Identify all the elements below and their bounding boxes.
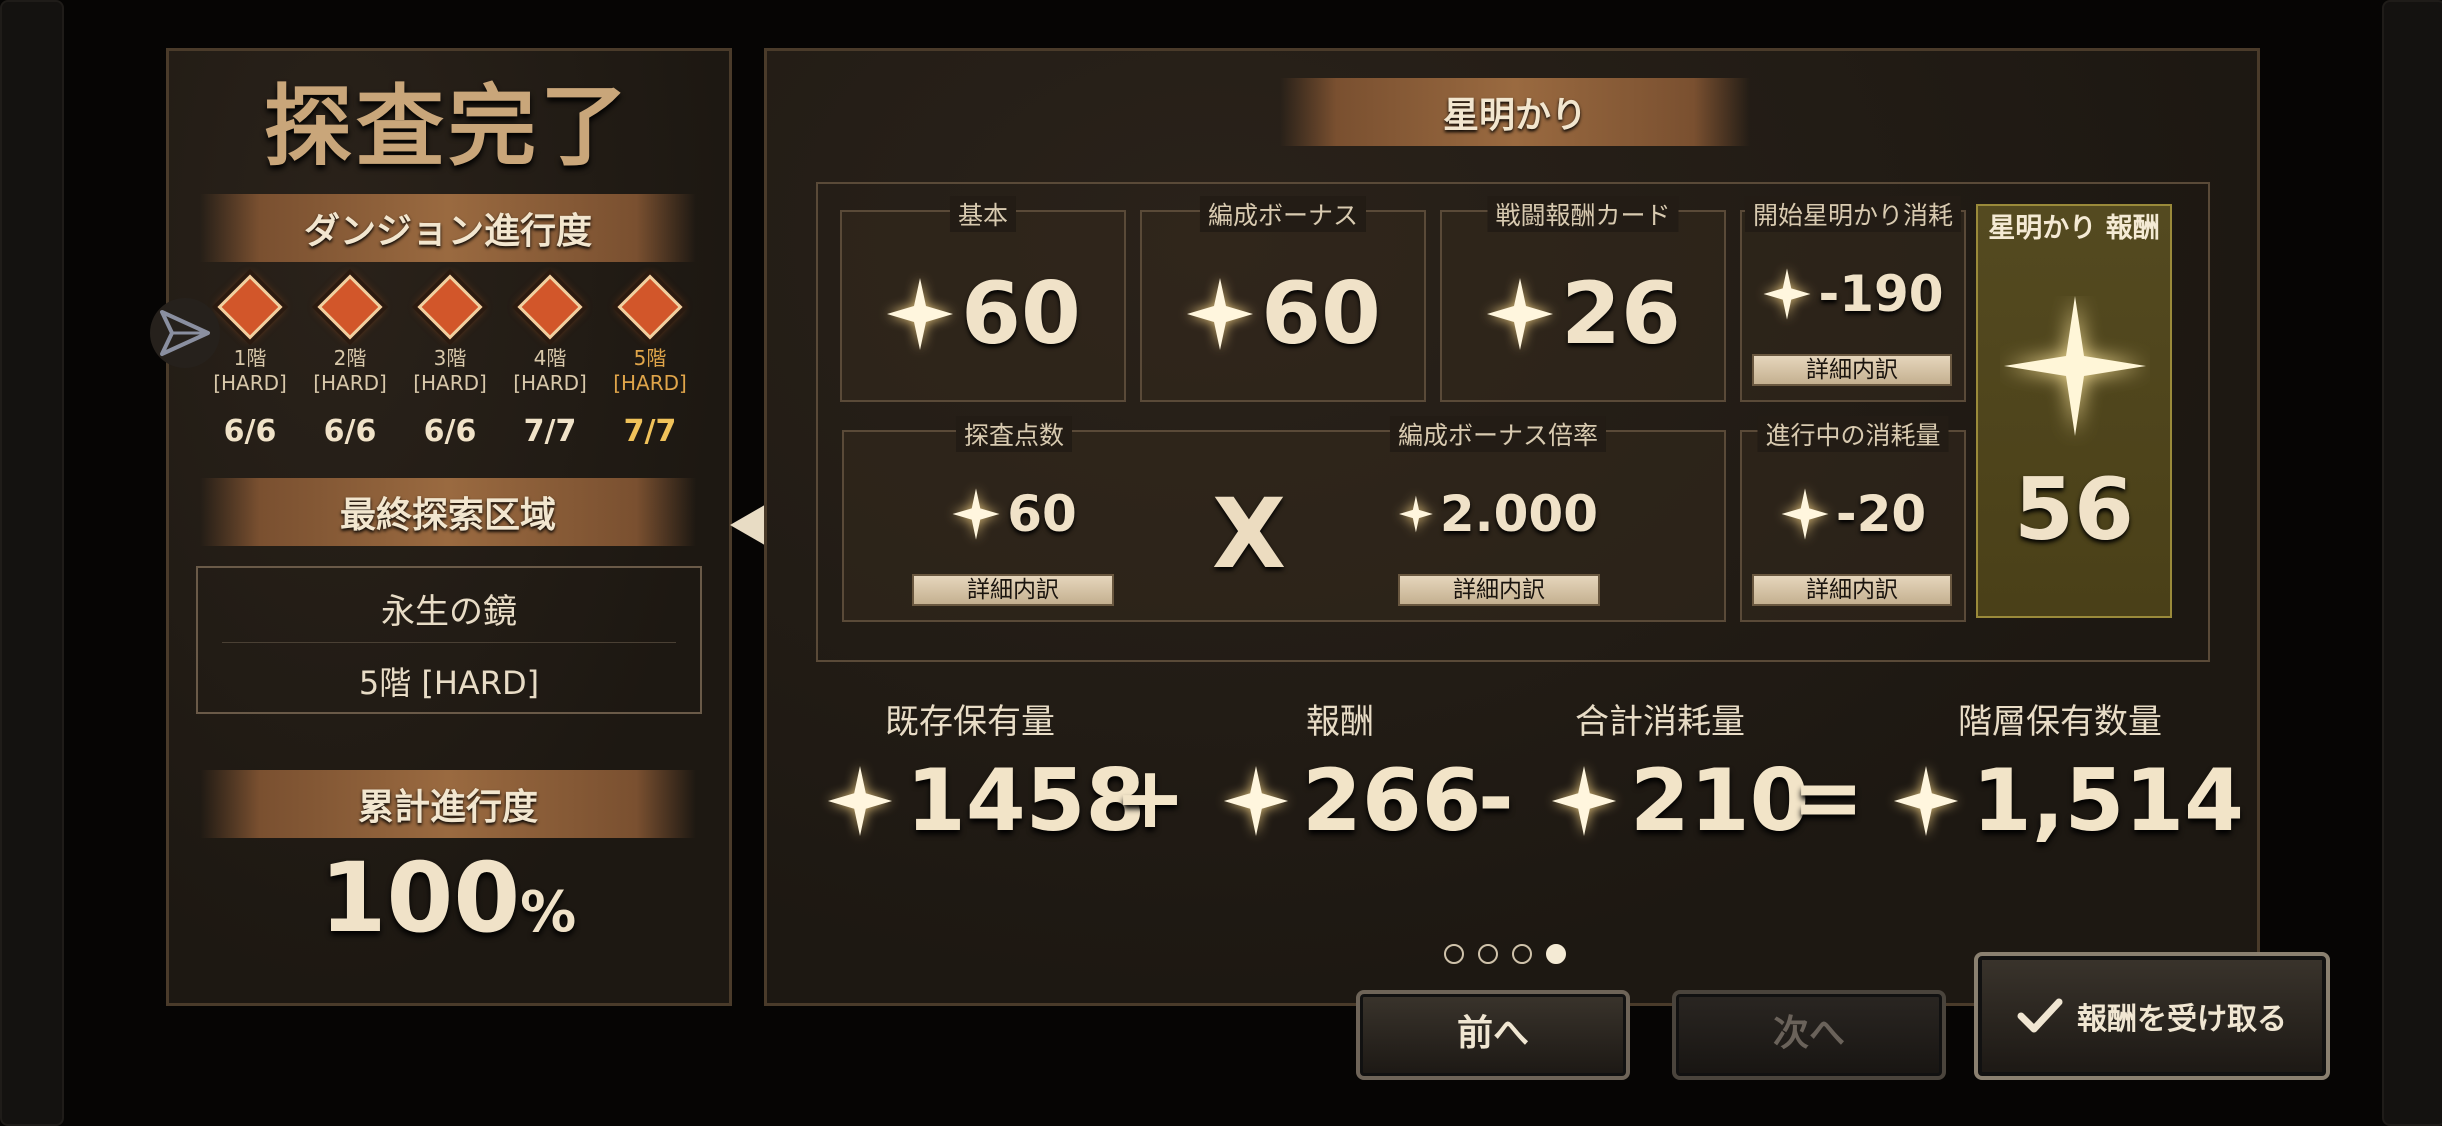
gem-icon xyxy=(617,274,683,340)
pagination-dot[interactable] xyxy=(1444,944,1464,964)
next-button[interactable]: 次へ xyxy=(1672,990,1946,1080)
formation-bonus-label: 編成ボーナス xyxy=(1199,196,1367,232)
bonus-multiplier-detail-button[interactable]: 詳細内訳 xyxy=(1398,574,1600,606)
floor-item: 4階 [HARD] 7/7 xyxy=(500,274,600,449)
bonus-multiplier-label: 編成ボーナス倍率 xyxy=(1389,416,1607,452)
cumulative-value: 100% xyxy=(319,842,577,954)
equals-sign: = xyxy=(1792,748,1865,848)
final-area-box: 永生の鏡 5階 [HARD] xyxy=(196,566,702,714)
existing-value: 1458 xyxy=(826,746,1145,856)
plus-sign: + xyxy=(1114,748,1187,848)
floor-count: 7/7 xyxy=(623,414,677,449)
floor-item: 5階 [HARD] 7/7 xyxy=(600,274,700,449)
base-label: 基本 xyxy=(949,196,1017,232)
final-area-name: 永生の鏡 xyxy=(381,592,517,632)
gem-icon xyxy=(317,274,383,340)
cumulative-header: 累計進行度 xyxy=(200,770,696,838)
frame-left-bar xyxy=(0,0,64,1126)
floor-item: 2階 [HARD] 6/6 xyxy=(300,274,400,449)
reward-cell: 星明かり 報酬 56 xyxy=(1976,204,2172,618)
bonus-multiplier-value: 2.000 xyxy=(1398,476,1598,552)
formation-bonus-value: 60 xyxy=(1140,262,1426,366)
consumed-value: 210 xyxy=(1550,746,1810,856)
base-value: 60 xyxy=(840,262,1126,366)
divider xyxy=(222,642,676,643)
reward-label: 星明かり 報酬 xyxy=(1988,213,2160,244)
start-cost-value: -190 xyxy=(1740,256,1966,332)
battle-card-label: 戦闘報酬カード xyxy=(1487,196,1679,232)
star-icon xyxy=(827,766,893,836)
gem-icon xyxy=(417,274,483,340)
star-icon xyxy=(1223,766,1289,836)
star-icon xyxy=(1551,766,1617,836)
frame-right-bar xyxy=(2382,0,2442,1126)
reward-total-label: 報酬 xyxy=(1306,702,1374,742)
star-icon xyxy=(1893,766,1959,836)
floor-item: 1階 [HARD] 6/6 xyxy=(200,274,300,449)
pagination-dot[interactable] xyxy=(1478,944,1498,964)
star-icon xyxy=(1187,278,1254,350)
star-icon xyxy=(1487,278,1554,350)
big-star-icon xyxy=(2004,296,2146,436)
star-icon xyxy=(1399,495,1433,533)
minus-sign: - xyxy=(1478,748,1514,848)
floor-mode: [HARD] xyxy=(313,371,387,395)
consumed-label: 合計消耗量 xyxy=(1575,702,1745,742)
star-icon xyxy=(887,278,954,350)
floor-count: 6/6 xyxy=(323,414,377,449)
pagination-dots xyxy=(1444,944,1566,964)
gem-icon xyxy=(217,274,283,340)
floor-holdings-value: 1,514 xyxy=(1892,746,2244,856)
page-title: 探査完了 xyxy=(263,75,632,178)
multiply-sign: X xyxy=(1212,478,1287,590)
floor-mode: [HARD] xyxy=(613,371,687,395)
ongoing-cost-detail-button[interactable]: 詳細内訳 xyxy=(1752,574,1952,606)
star-icon xyxy=(1763,268,1811,320)
battle-card-value: 26 xyxy=(1440,262,1726,366)
floor-mode: [HARD] xyxy=(213,371,287,395)
claim-reward-button[interactable]: 報酬を受け取る xyxy=(1974,952,2330,1080)
starlight-header: 星明かり xyxy=(1280,78,1750,146)
floor-count: 6/6 xyxy=(423,414,477,449)
prev-button[interactable]: 前へ xyxy=(1356,990,1630,1080)
reward-total-value: 266 xyxy=(1222,746,1482,856)
start-cost-detail-button[interactable]: 詳細内訳 xyxy=(1752,354,1952,386)
start-cost-label: 開始星明かり消耗 xyxy=(1744,196,1962,232)
floor-count: 7/7 xyxy=(523,414,577,449)
existing-label: 既存保有量 xyxy=(885,702,1055,742)
reward-value: 56 xyxy=(2014,460,2134,560)
final-area-header: 最終探索区域 xyxy=(200,478,696,546)
pagination-dot[interactable] xyxy=(1512,944,1532,964)
floor-name: 5階 xyxy=(633,346,667,370)
pagination-dot[interactable] xyxy=(1546,944,1566,964)
progress-header: ダンジョン進行度 xyxy=(200,194,696,262)
floor-name: 2階 xyxy=(333,346,367,370)
ongoing-cost-label: 進行中の消耗量 xyxy=(1757,416,1949,452)
star-icon xyxy=(1781,488,1829,540)
exploration-points-label: 探査点数 xyxy=(955,416,1073,452)
claim-reward-label: 報酬を受け取る xyxy=(2077,1002,2287,1037)
exploration-detail-button[interactable]: 詳細内訳 xyxy=(912,574,1114,606)
ongoing-cost-value: -20 xyxy=(1740,476,1966,552)
floor-count: 6/6 xyxy=(223,414,277,449)
floor-name: 4階 xyxy=(533,346,567,370)
floor-mode: [HARD] xyxy=(413,371,487,395)
floor-mode: [HARD] xyxy=(513,371,587,395)
check-icon xyxy=(2017,998,2063,1033)
floor-name: 3階 xyxy=(433,346,467,370)
final-area-floor: 5階 [HARD] xyxy=(358,664,540,702)
gem-icon xyxy=(517,274,583,340)
floor-holdings-label: 階層保有数量 xyxy=(1958,702,2162,742)
exploration-points-value: 60 xyxy=(924,476,1104,552)
floor-item: 3階 [HARD] 6/6 xyxy=(400,274,500,449)
star-icon xyxy=(952,488,1000,540)
share-icon[interactable] xyxy=(150,298,220,368)
